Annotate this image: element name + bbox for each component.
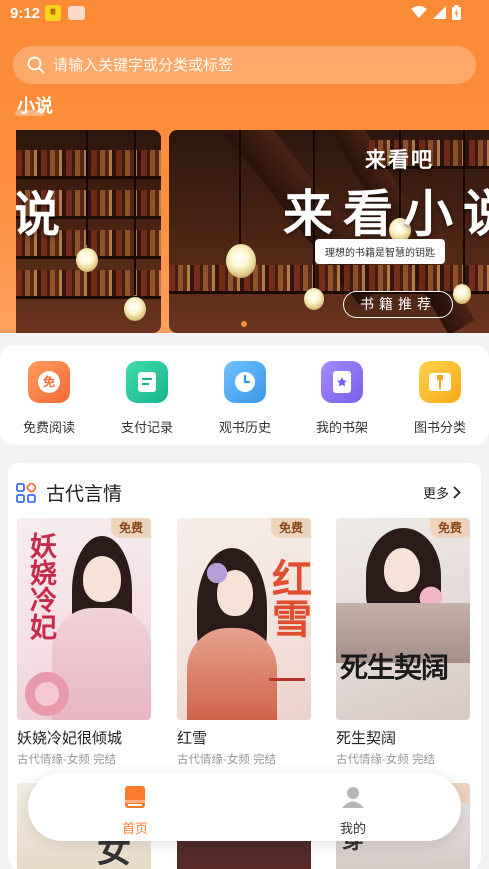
banner-small-title: 来看吧 xyxy=(365,149,434,172)
section-title: 小说 xyxy=(15,92,53,118)
book-item[interactable]: 死生契阔 免费 死生契阔 古代情缘-女频 完结 xyxy=(336,518,470,767)
search-bar[interactable] xyxy=(13,46,476,84)
category-header: 古代言情 xyxy=(16,479,122,506)
book-title: 妖娆冷妃很倾城 xyxy=(17,730,123,747)
book-cover[interactable]: 妖娆冷妃 免费 xyxy=(17,518,151,720)
tab-home[interactable]: 首页 xyxy=(95,785,175,837)
signal-icon xyxy=(433,6,446,19)
category-title: 古代言情 xyxy=(46,484,123,505)
quick-action-label: 支付记录 xyxy=(120,420,173,435)
banner-main-title: 来看小说 xyxy=(283,186,489,242)
cover-title: 红雪 xyxy=(265,558,311,638)
quick-action-label: 观书历史 xyxy=(218,420,271,435)
book-item[interactable]: 红雪 免费 红雪 古代情缘-女频 完结 xyxy=(177,518,311,767)
carousel-indicator xyxy=(241,321,247,327)
cover-title: 死生契阔 xyxy=(340,651,449,684)
status-time: 9:12 xyxy=(10,5,41,22)
banner-slide-prev[interactable]: 说 xyxy=(16,130,161,333)
more-label: 更多 xyxy=(422,486,449,501)
quick-action-free-read[interactable]: 免 免费阅读 xyxy=(14,361,84,436)
quick-action-bookshelf[interactable]: 我的书架 xyxy=(307,361,377,436)
tab-label: 我的 xyxy=(339,821,366,836)
tab-label: 首页 xyxy=(121,821,148,836)
book-cover[interactable]: 红雪 免费 xyxy=(177,518,311,720)
payment-record-icon xyxy=(126,361,168,403)
chevron-right-icon xyxy=(453,486,461,499)
home-book-icon xyxy=(125,786,145,808)
quick-action-history[interactable]: 观书历史 xyxy=(210,361,280,436)
bottom-tab-bar: 首页 我的 xyxy=(28,773,461,841)
system-icons xyxy=(411,5,461,20)
battery-icon xyxy=(452,5,461,20)
book-meta: 古代情缘-女频 完结 xyxy=(177,754,277,766)
banner-slogan: 理想的书籍是智慧的钥匙 xyxy=(315,239,445,264)
free-badge: 免费 xyxy=(271,518,311,538)
notification-app-icon xyxy=(68,6,85,20)
search-icon xyxy=(27,56,45,74)
free-read-icon: 免 xyxy=(28,361,70,403)
book-recommend-button[interactable]: 书籍推荐 xyxy=(343,291,453,318)
status-bar: 9:12 看 xyxy=(0,0,489,28)
user-profile-icon xyxy=(342,787,364,808)
free-badge: 免费 xyxy=(111,518,151,538)
bookshelf-icon xyxy=(321,361,363,403)
book-title: 红雪 xyxy=(177,730,208,747)
banner-slide-current[interactable]: 来看吧 来看小说 理想的书籍是智慧的钥匙 书籍推荐 xyxy=(169,130,489,333)
wifi-icon xyxy=(411,6,427,18)
section-title-text: 小说 xyxy=(17,96,53,116)
banner-carousel[interactable]: 说 来看吧 来看小说 理想的书籍是智慧的钥匙 书籍推荐 xyxy=(16,130,489,333)
category-book-icon xyxy=(419,361,461,403)
cover-title: 妖娆冷妃 xyxy=(25,532,56,640)
book-meta: 古代情缘-女频 完结 xyxy=(17,754,117,766)
grid-category-icon xyxy=(16,482,36,503)
notification-app-icon: 看 xyxy=(45,5,61,21)
quick-action-label: 免费阅读 xyxy=(22,420,75,435)
tab-mine[interactable]: 我的 xyxy=(313,785,393,837)
free-badge: 免费 xyxy=(430,518,470,538)
quick-action-category[interactable]: 图书分类 xyxy=(405,361,475,436)
book-meta: 古代情缘-女频 完结 xyxy=(336,754,436,766)
book-item[interactable]: 妖娆冷妃 免费 妖娆冷妃很倾城 古代情缘-女频 完结 xyxy=(17,518,151,767)
search-input[interactable] xyxy=(53,56,453,74)
quick-actions-panel: 免 免费阅读 支付记录 观书历史 我的书架 图书分类 xyxy=(0,345,489,445)
more-link[interactable]: 更多 xyxy=(423,483,461,502)
quick-action-label: 图书分类 xyxy=(413,420,466,435)
quick-action-payment-record[interactable]: 支付记录 xyxy=(112,361,182,436)
book-cover[interactable]: 死生契阔 免费 xyxy=(336,518,470,720)
history-clock-icon xyxy=(224,361,266,403)
book-title: 死生契阔 xyxy=(336,730,397,747)
banner-text: 说 xyxy=(16,189,71,242)
quick-action-label: 我的书架 xyxy=(315,420,368,435)
